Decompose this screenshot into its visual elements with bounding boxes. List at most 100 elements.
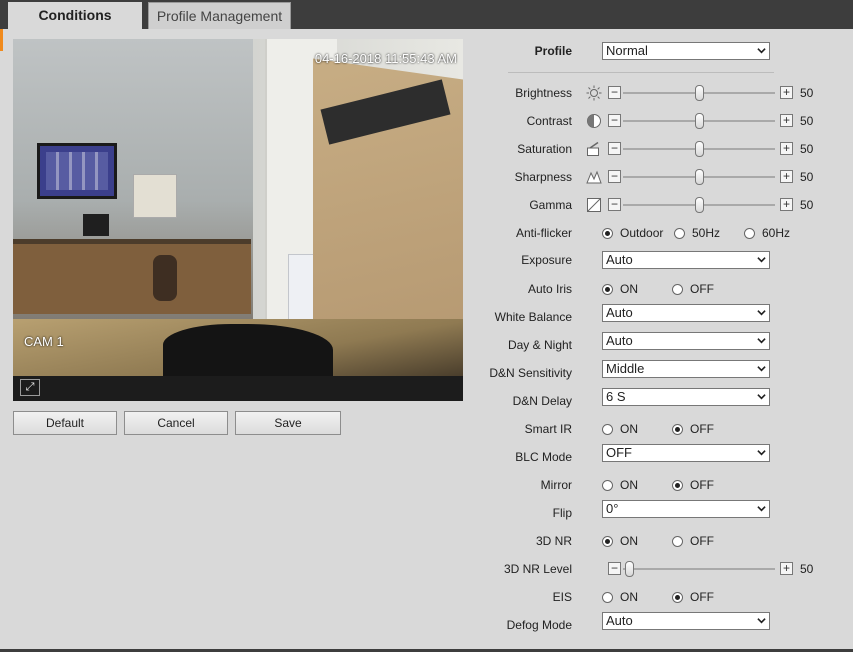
contrast-row: Contrast − + 50 bbox=[490, 110, 830, 132]
tab-profile-management[interactable]: Profile Management bbox=[148, 2, 291, 29]
radio-dot bbox=[744, 228, 755, 239]
gamma-increase-button[interactable]: + bbox=[780, 198, 793, 211]
saturation-increase-button[interactable]: + bbox=[780, 142, 793, 155]
blc-mode-select[interactable]: OFF bbox=[602, 444, 770, 462]
sharpness-increase-button[interactable]: + bbox=[780, 170, 793, 183]
brightness-decrease-button[interactable]: − bbox=[608, 86, 621, 99]
radio-dot bbox=[672, 480, 683, 491]
radio-label: ON bbox=[620, 478, 638, 492]
mirror-off-radio[interactable]: OFF bbox=[672, 474, 714, 496]
eis-on-radio[interactable]: ON bbox=[602, 586, 638, 608]
3d-nr-off-radio[interactable]: OFF bbox=[672, 530, 714, 552]
mirror-on-radio[interactable]: ON bbox=[602, 474, 638, 496]
sharpness-icon bbox=[586, 170, 602, 184]
3d-nr-level-increase-button[interactable]: + bbox=[780, 562, 793, 575]
save-button[interactable]: Save bbox=[235, 411, 341, 435]
3d-nr-on-radio[interactable]: ON bbox=[602, 530, 638, 552]
3d-nr-level-row: 3D NR Level − + 50 bbox=[490, 558, 830, 580]
white-balance-value: Auto bbox=[606, 305, 633, 320]
eis-row: EIS ON OFF bbox=[490, 586, 830, 608]
auto-iris-on-radio[interactable]: ON bbox=[602, 278, 638, 300]
saturation-slider-thumb[interactable] bbox=[695, 141, 704, 157]
contrast-increase-button[interactable]: + bbox=[780, 114, 793, 127]
smart-ir-on-radio[interactable]: ON bbox=[602, 418, 638, 440]
3d-nr-level-decrease-button[interactable]: − bbox=[608, 562, 621, 575]
camera-label: CAM 1 bbox=[24, 334, 64, 349]
contrast-icon bbox=[587, 114, 601, 128]
fullscreen-icon[interactable]: ⤢ bbox=[20, 379, 40, 396]
day-night-value: Auto bbox=[606, 333, 633, 348]
dn-delay-row: D&N Delay 6 S bbox=[490, 386, 830, 408]
blc-mode-value: OFF bbox=[606, 445, 632, 460]
anti-flicker-label: Anti-flicker bbox=[515, 226, 572, 240]
radio-dot bbox=[602, 424, 613, 435]
defog-mode-value: Auto bbox=[606, 613, 633, 628]
radio-dot bbox=[602, 228, 613, 239]
day-night-select[interactable]: Auto bbox=[602, 332, 770, 350]
contrast-slider-thumb[interactable] bbox=[695, 113, 704, 129]
brightness-increase-button[interactable]: + bbox=[780, 86, 793, 99]
brightness-slider-thumb[interactable] bbox=[695, 85, 704, 101]
profile-value: Normal bbox=[606, 43, 648, 58]
dn-sensitivity-select[interactable]: Middle bbox=[602, 360, 770, 378]
radio-label: 50Hz bbox=[692, 226, 721, 240]
flip-label: Flip bbox=[552, 506, 572, 520]
smart-ir-off-radio[interactable]: OFF bbox=[672, 418, 714, 440]
chevron-down-icon bbox=[757, 450, 766, 456]
gamma-decrease-button[interactable]: − bbox=[608, 198, 621, 211]
defog-mode-select[interactable]: Auto bbox=[602, 612, 770, 630]
gamma-label: Gamma bbox=[529, 198, 572, 212]
radio-label: ON bbox=[620, 590, 638, 604]
anti-flicker-60hz-radio[interactable]: 60Hz bbox=[744, 222, 790, 244]
saturation-decrease-button[interactable]: − bbox=[608, 142, 621, 155]
dn-sensitivity-row: D&N Sensitivity Middle bbox=[489, 358, 830, 380]
3d-nr-level-slider-track[interactable] bbox=[623, 568, 775, 570]
anti-flicker-outdoor-radio[interactable]: Outdoor bbox=[602, 222, 663, 244]
auto-iris-label: Auto Iris bbox=[527, 282, 572, 296]
sharpness-slider-thumb[interactable] bbox=[695, 169, 704, 185]
cancel-button[interactable]: Cancel bbox=[124, 411, 228, 435]
default-button[interactable]: Default bbox=[13, 411, 117, 435]
radio-dot bbox=[672, 536, 683, 547]
3d-nr-level-label: 3D NR Level bbox=[503, 562, 572, 576]
chevron-down-icon bbox=[757, 618, 766, 624]
dn-delay-select[interactable]: 6 S bbox=[602, 388, 770, 406]
chevron-down-icon bbox=[757, 366, 766, 372]
profile-row: Profile Normal bbox=[490, 40, 830, 62]
flip-select[interactable]: 0° bbox=[602, 500, 770, 518]
radio-dot bbox=[602, 536, 613, 547]
brightness-row: Brightness − + 50 bbox=[490, 82, 830, 104]
exposure-label: Exposure bbox=[521, 253, 572, 267]
day-night-row: Day & Night Auto bbox=[490, 330, 830, 352]
radio-label: ON bbox=[620, 534, 638, 548]
brightness-value: 50 bbox=[800, 86, 814, 100]
radio-label: OFF bbox=[690, 590, 714, 604]
3d-nr-label: 3D NR bbox=[535, 534, 572, 548]
eis-off-radio[interactable]: OFF bbox=[672, 586, 714, 608]
3d-nr-level-slider-thumb[interactable] bbox=[625, 561, 634, 577]
white-balance-select[interactable]: Auto bbox=[602, 304, 770, 322]
flip-value: 0° bbox=[606, 501, 619, 516]
saturation-value: 50 bbox=[800, 142, 814, 156]
accent-marker bbox=[0, 29, 3, 51]
radio-dot bbox=[672, 592, 683, 603]
sharpness-label: Sharpness bbox=[514, 170, 572, 184]
exposure-select[interactable]: Auto bbox=[602, 251, 770, 269]
radio-label: OFF bbox=[690, 422, 714, 436]
gamma-value: 50 bbox=[800, 198, 814, 212]
chevron-down-icon bbox=[757, 338, 766, 344]
radio-label: OFF bbox=[690, 282, 714, 296]
gamma-slider-thumb[interactable] bbox=[695, 197, 704, 213]
contrast-decrease-button[interactable]: − bbox=[608, 114, 621, 127]
3d-nr-row: 3D NR ON OFF bbox=[490, 530, 830, 552]
anti-flicker-row: Anti-flicker Outdoor 50Hz 60Hz bbox=[490, 222, 830, 244]
tab-conditions[interactable]: Conditions bbox=[8, 2, 142, 29]
exposure-row: Exposure Auto bbox=[490, 249, 830, 271]
profile-select[interactable]: Normal bbox=[602, 42, 770, 60]
anti-flicker-50hz-radio[interactable]: 50Hz bbox=[674, 222, 720, 244]
gamma-icon bbox=[587, 198, 601, 212]
auto-iris-off-radio[interactable]: OFF bbox=[672, 278, 714, 300]
chevron-down-icon bbox=[757, 257, 766, 263]
dn-sensitivity-value: Middle bbox=[606, 361, 645, 376]
sharpness-decrease-button[interactable]: − bbox=[608, 170, 621, 183]
